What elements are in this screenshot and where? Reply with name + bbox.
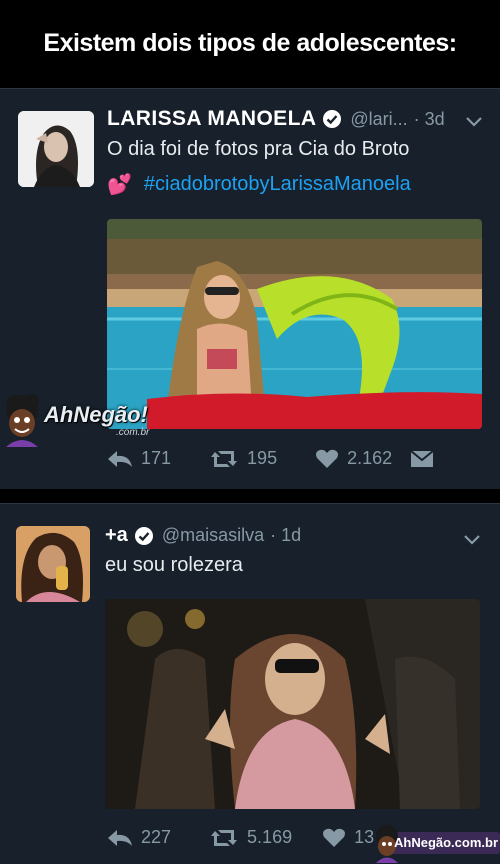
tweet-actions: 171 195 2.162 (107, 448, 442, 469)
retweet-icon (211, 450, 238, 467)
footer-watermark: AhNegão.com.br (372, 824, 500, 863)
verified-badge-icon (323, 110, 342, 128)
emoji: 💕 (107, 174, 132, 196)
hashtag-row: 💕 #ciadobrotobyLarissaManoela (107, 172, 411, 197)
like-heart-icon (316, 449, 339, 468)
tweet-actions: 227 5.169 13 (107, 827, 374, 848)
avatar[interactable] (18, 111, 94, 187)
user-handle[interactable]: @maisasilva (162, 525, 264, 546)
retweet-count: 5.169 (247, 827, 293, 847)
reply-button[interactable]: 227 (107, 827, 171, 848)
watermark-text: AhNegão! (44, 402, 148, 427)
tweet-text: eu sou rolezera (105, 554, 243, 576)
meme-title: Existem dois tipos de adolescentes: (43, 28, 457, 57)
meme-header: Existem dois tipos de adolescentes: (0, 0, 500, 86)
hashtag-link[interactable]: #ciadobrotobyLarissaManoela (144, 173, 411, 196)
avatar[interactable] (16, 526, 90, 602)
reply-icon (108, 829, 132, 846)
tweet-photo[interactable] (107, 219, 482, 429)
reply-icon (108, 450, 132, 467)
retweet-icon (211, 829, 238, 846)
display-name[interactable]: LARISSA MANOELA (107, 107, 316, 131)
tweet-time[interactable]: · 3d (414, 109, 445, 130)
mascot-icon (6, 394, 39, 447)
site-watermark: AhNegão! .com.br (0, 393, 160, 447)
chevron-down-icon[interactable] (465, 116, 483, 128)
like-button[interactable]: 2.162 (315, 448, 392, 469)
direct-message-button[interactable] (410, 449, 442, 469)
tweet-author-row: LARISSA MANOELA @lari... · 3d (107, 107, 445, 131)
user-handle[interactable]: @lari... (350, 109, 407, 130)
retweet-count: 195 (247, 448, 278, 468)
display-name[interactable]: +a (105, 524, 128, 547)
direct-message-icon (410, 449, 434, 467)
tweet-text: O dia foi de fotos pra Cia do Broto (107, 138, 410, 160)
verified-badge-icon (134, 526, 153, 545)
retweet-button[interactable]: 195 (209, 448, 277, 469)
watermark-subtext: .com.br (116, 427, 150, 438)
like-count: 2.162 (347, 448, 393, 468)
reply-count: 227 (141, 827, 172, 847)
tweet-photo[interactable] (105, 599, 480, 809)
reply-button[interactable]: 171 (107, 448, 171, 469)
like-heart-icon (323, 828, 346, 847)
footer-watermark-text: AhNegão.com.br (394, 835, 499, 850)
reply-count: 171 (141, 448, 172, 468)
chevron-down-icon[interactable] (463, 534, 481, 546)
tweet-author-row: +a @maisasilva · 1d (105, 524, 301, 547)
retweet-button[interactable]: 5.169 (209, 827, 292, 848)
like-button[interactable]: 13 (322, 827, 374, 848)
tweet-card-2[interactable]: +a @maisasilva · 1d eu sou rolezera 227 … (0, 503, 500, 864)
tweet-time[interactable]: · 1d (270, 525, 301, 546)
